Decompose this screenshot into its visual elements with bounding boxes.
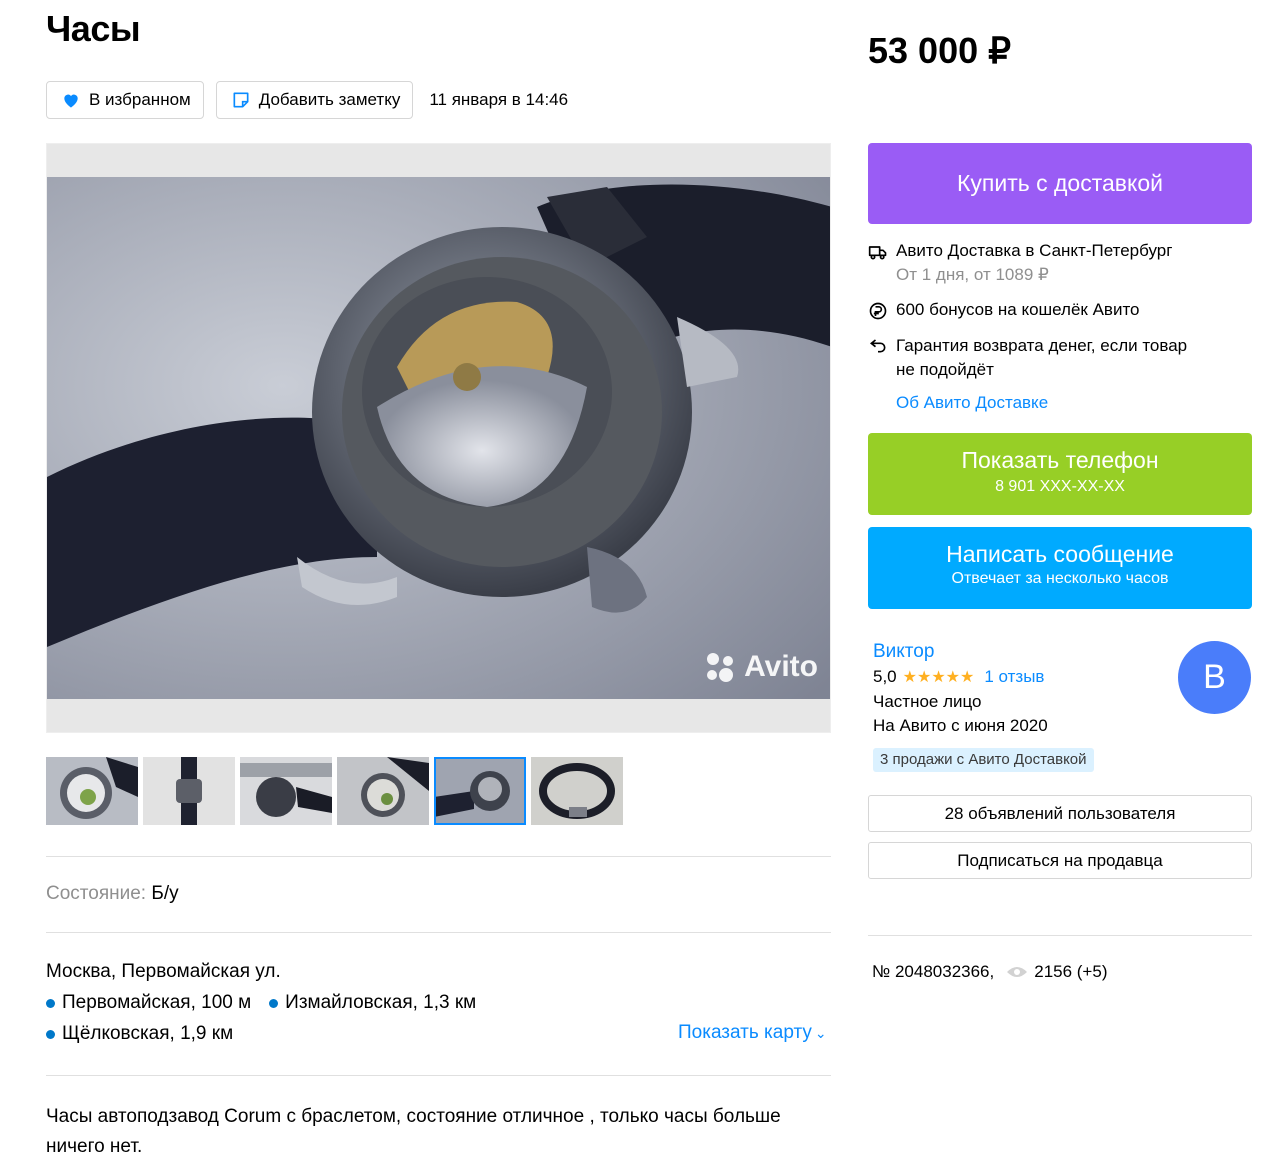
guarantee-info: Гарантия возврата денег, если товар не п… xyxy=(868,334,1208,382)
avatar[interactable]: В xyxy=(1178,641,1251,714)
subscribe-seller-button[interactable]: Подписаться на продавца xyxy=(868,842,1252,879)
thumbnail-image xyxy=(531,757,623,825)
avito-logo-icon xyxy=(707,653,734,682)
seller-since: На Авито с июня 2020 xyxy=(873,716,1048,735)
thumbnail-6[interactable] xyxy=(531,757,623,825)
divider xyxy=(868,935,1252,936)
metro-dot-icon xyxy=(46,1029,55,1039)
avito-watermark: Avito xyxy=(704,650,818,684)
metro-station: Первомайская, 100 м xyxy=(46,992,251,1014)
thumbnail-image xyxy=(240,757,332,825)
rating-stars-icon: ★★★★★ xyxy=(902,669,975,686)
reviews-link[interactable]: 1 отзыв xyxy=(984,667,1044,687)
add-note-label: Добавить заметку xyxy=(258,90,401,109)
item-price: 53 000 ₽ xyxy=(868,30,1012,71)
page-title: Часы xyxy=(46,8,141,49)
show-phone-label: Показать телефон xyxy=(961,447,1159,473)
views-count: 2156 (+5) xyxy=(1034,962,1108,981)
thumbnail-1[interactable] xyxy=(46,757,138,825)
bonus-info: 600 бонусов на кошелёк Авито xyxy=(868,300,1140,321)
phone-number-masked: 8 901 XXX-XX-XX xyxy=(995,478,1125,495)
write-message-label: Написать сообщение xyxy=(946,541,1174,567)
condition-label: Состояние: xyxy=(46,883,147,904)
about-delivery-link[interactable]: Об Авито Доставке xyxy=(896,393,1048,413)
return-arrow-icon xyxy=(869,339,886,353)
thumbnail-5-active[interactable] xyxy=(434,757,526,825)
publish-date: 11 января в 14:46 xyxy=(429,90,569,109)
delivery-info: Авито Доставка в Санкт-Петербург От 1 дн… xyxy=(868,241,1172,285)
divider xyxy=(46,856,831,857)
thumbnail-image xyxy=(143,757,235,825)
add-note-button[interactable]: Добавить заметку xyxy=(215,81,414,119)
seller-rating: 5,0 ★★★★★ 1 отзыв xyxy=(873,667,1044,687)
divider xyxy=(46,932,831,933)
seller-type: Частное лицо xyxy=(873,692,982,711)
delivery-terms: От 1 дня, от 1089 ₽ xyxy=(896,265,1049,284)
metro-row: Щёлковская, 1,9 км xyxy=(46,1023,233,1045)
item-description: Часы автоподзавод Corum с браслетом, сос… xyxy=(46,1106,781,1157)
address: Москва, Первомайская ул. xyxy=(46,961,281,982)
item-actions: В избранном Добавить заметку 11 января в… xyxy=(46,81,568,119)
favorite-label: В избранном xyxy=(89,90,191,109)
show-map-label: Показать карту xyxy=(678,1022,812,1043)
metro-station: Щёлковская, 1,9 км xyxy=(46,1023,233,1045)
thumbnail-2[interactable] xyxy=(143,757,235,825)
note-icon xyxy=(233,92,249,108)
metro-station: Измайловская, 1,3 км xyxy=(269,992,476,1014)
condition-value: Б/у xyxy=(151,883,179,904)
write-message-button[interactable]: Написать сообщение Отвечает за несколько… xyxy=(868,527,1252,609)
guarantee-text: Гарантия возврата денег, если товар не п… xyxy=(896,336,1188,379)
thumbnail-image xyxy=(434,757,526,825)
photo-gallery[interactable]: Avito xyxy=(46,143,831,733)
avito-watermark-text: Avito xyxy=(744,650,818,683)
bonus-text: 600 бонусов на кошелёк Авито xyxy=(896,300,1140,319)
main-photo xyxy=(47,177,830,699)
delivery-city: Авито Доставка в Санкт-Петербург xyxy=(896,241,1173,260)
favorite-button[interactable]: В избранном xyxy=(46,81,204,119)
wallet-bonus-icon xyxy=(869,302,887,320)
buy-with-delivery-button[interactable]: Купить с доставкой xyxy=(868,143,1252,224)
metro-dot-icon xyxy=(269,998,279,1008)
divider xyxy=(46,1075,831,1076)
truck-icon xyxy=(868,246,887,260)
condition-row: Состояние: Б/у xyxy=(46,883,179,905)
metro-row: Первомайская, 100 м Измайловская, 1,3 км xyxy=(46,992,476,1014)
rating-value: 5,0 xyxy=(873,667,897,686)
thumbnail-4[interactable] xyxy=(337,757,429,825)
show-map-link[interactable]: Показать карту ⌄ xyxy=(678,1022,827,1044)
delivery-sales-badge: 3 продажи с Авито Доставкой xyxy=(873,748,1094,772)
ad-number: № 2048032366, xyxy=(872,962,995,981)
seller-ads-button[interactable]: 28 объявлений пользователя xyxy=(868,795,1252,832)
thumbnail-3[interactable] xyxy=(240,757,332,825)
thumbnail-image xyxy=(46,757,138,825)
show-phone-button[interactable]: Показать телефон 8 901 XXX-XX-XX xyxy=(868,433,1252,515)
metro-name: Первомайская, 100 м xyxy=(62,992,252,1013)
heart-icon xyxy=(64,94,78,108)
eye-icon xyxy=(1007,967,1028,977)
thumbnail-strip xyxy=(46,757,623,825)
metro-name: Измайловская, 1,3 км xyxy=(285,992,477,1013)
ad-meta: № 2048032366, 2156 (+5) xyxy=(872,962,1107,982)
chevron-down-icon: ⌄ xyxy=(814,1025,827,1041)
metro-name: Щёлковская, 1,9 км xyxy=(62,1023,234,1044)
thumbnail-image xyxy=(337,757,429,825)
seller-name-link[interactable]: Виктор xyxy=(873,641,934,663)
metro-dot-icon xyxy=(46,998,55,1008)
response-time: Отвечает за несколько часов xyxy=(951,570,1169,587)
